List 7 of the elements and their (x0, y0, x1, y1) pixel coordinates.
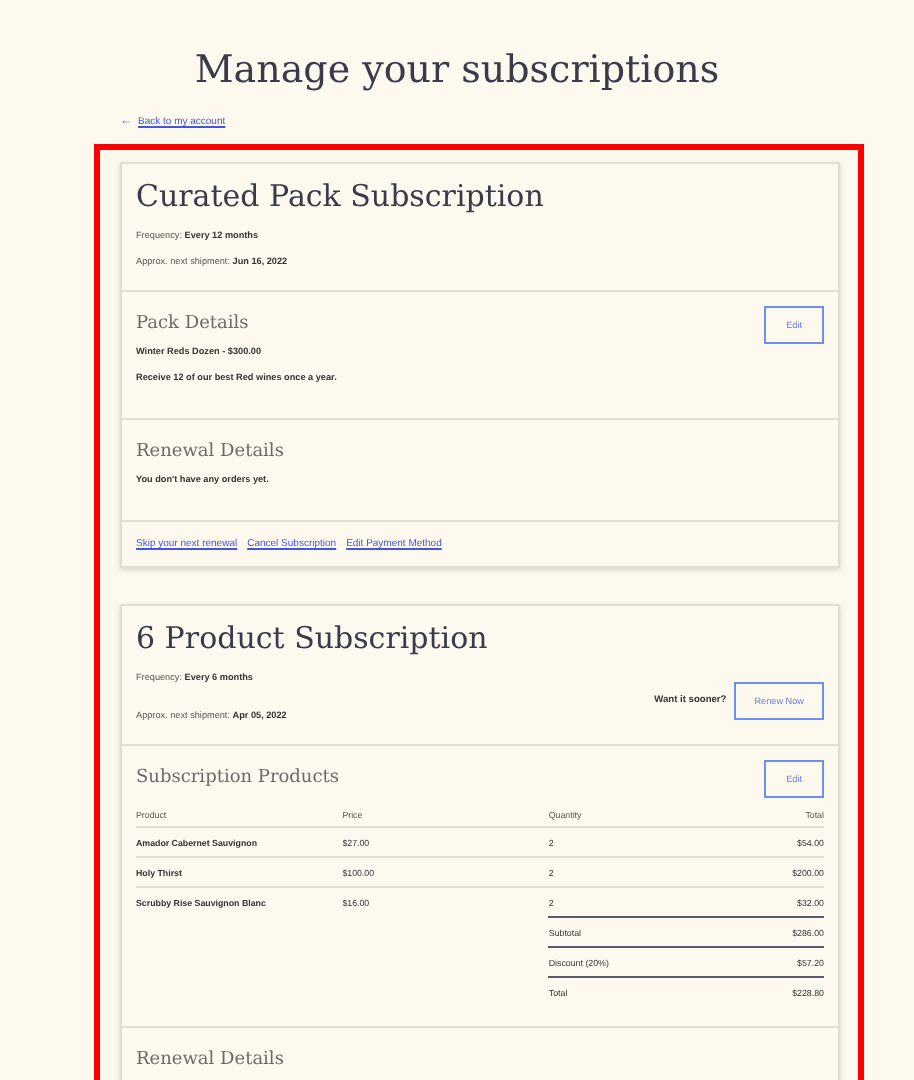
subscription-title: 6 Product Subscription (136, 620, 490, 656)
page-title: Manage your subscriptions (192, 46, 722, 92)
section-heading: Renewal Details (136, 1050, 286, 1070)
subscription-title: Curated Pack Subscription (136, 178, 546, 214)
section-heading: Pack Details (136, 314, 249, 334)
section-heading: Subscription Products (136, 768, 340, 788)
section-heading: Renewal Details (136, 442, 286, 462)
